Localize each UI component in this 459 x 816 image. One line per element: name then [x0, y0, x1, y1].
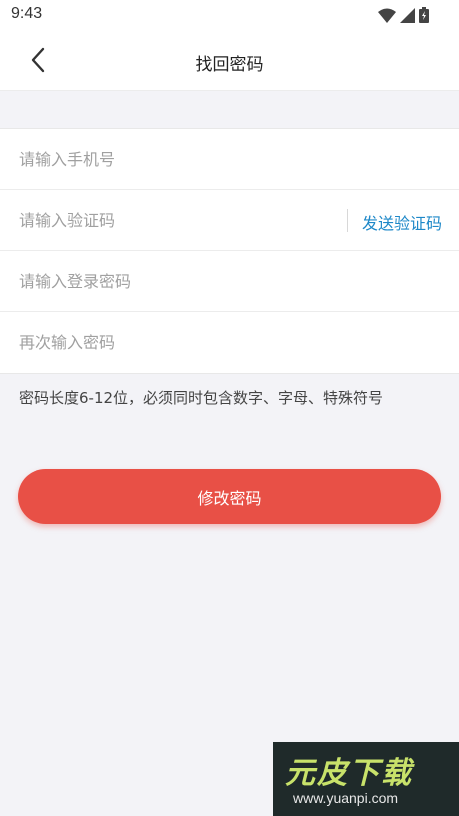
password-input[interactable] — [19, 251, 439, 311]
verification-code-input[interactable] — [19, 190, 319, 250]
wifi-icon — [378, 8, 396, 23]
watermark-url: www.yuanpi.com — [293, 790, 399, 806]
watermark-title: 元皮下载 — [285, 756, 413, 791]
code-divider — [347, 209, 348, 232]
app-bar: 找回密码 — [0, 30, 459, 91]
status-icons — [378, 7, 429, 23]
phone-row — [0, 129, 459, 190]
password-hint: 密码长度6-12位，必须同时包含数字、字母、特殊符号 — [19, 389, 384, 407]
code-row: 发送验证码 — [0, 190, 459, 251]
phone-input[interactable] — [19, 129, 439, 189]
password-row — [0, 251, 459, 312]
battery-icon — [419, 7, 429, 23]
signal-icon — [400, 7, 415, 23]
status-bar: 9:43 — [0, 0, 459, 30]
status-time: 9:43 — [11, 5, 43, 22]
reset-form: 发送验证码 — [0, 128, 459, 374]
submit-button[interactable]: 修改密码 — [18, 469, 441, 524]
confirm-password-input[interactable] — [19, 312, 439, 372]
page-title: 找回密码 — [195, 55, 264, 75]
send-code-button[interactable]: 发送验证码 — [362, 210, 442, 234]
confirm-password-row — [0, 312, 459, 373]
watermark: 元皮下载 www.yuanpi.com — [273, 742, 459, 816]
